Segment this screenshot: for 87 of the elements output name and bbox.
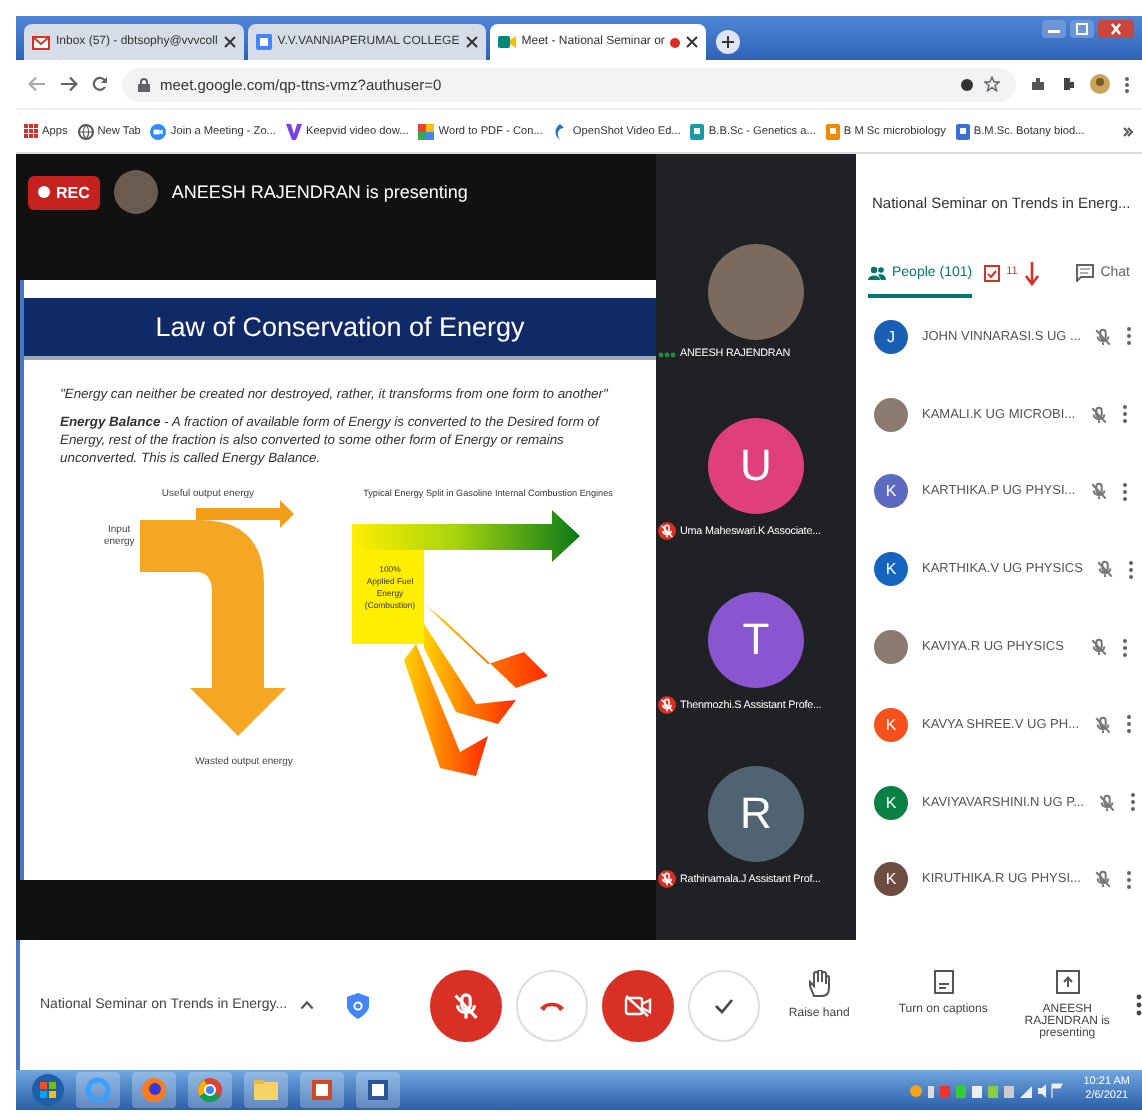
colorful-square-icon xyxy=(418,123,435,139)
presenter-label: ANEESH RAJENDRAN is presenting xyxy=(171,182,468,202)
reload-icon[interactable] xyxy=(92,76,108,92)
avatar: K xyxy=(874,862,908,897)
avatar: K xyxy=(874,785,908,820)
more-options-icon[interactable] xyxy=(1128,559,1135,580)
arrow-down-icon xyxy=(1023,262,1040,286)
taskbar-app-button[interactable] xyxy=(356,1072,400,1108)
slides-app-icon xyxy=(308,1076,336,1104)
avatar-photo-placeholder xyxy=(113,170,158,214)
system-tray-drawing[interactable] xyxy=(907,1081,1064,1099)
camera-button[interactable] xyxy=(601,969,674,1041)
close-icon[interactable] xyxy=(465,36,478,48)
hand-icon xyxy=(808,970,831,998)
mic-off-icon xyxy=(451,991,480,1019)
folder-icon xyxy=(252,1076,280,1104)
mic-off-icon xyxy=(1093,715,1112,734)
slide-title: Law of Conservation of Energy xyxy=(24,298,656,360)
taskbar-app-button[interactable] xyxy=(300,1072,344,1108)
avatar-photo-placeholder xyxy=(874,397,908,432)
more-options-icon[interactable] xyxy=(1125,714,1132,735)
microphone-button[interactable] xyxy=(429,969,502,1041)
avatar-photo-placeholder xyxy=(874,630,908,665)
mic-off-icon xyxy=(1098,793,1117,812)
mic-off-icon xyxy=(1090,405,1108,424)
avatar: T xyxy=(708,592,804,688)
globe-icon xyxy=(77,123,94,139)
more-options-icon[interactable] xyxy=(1126,869,1133,890)
chat-icon xyxy=(1076,263,1095,281)
more-options-icon[interactable] xyxy=(1122,481,1128,502)
envelope-icon xyxy=(32,35,50,49)
taskbar-app-button[interactable] xyxy=(188,1072,232,1108)
document-app-icon xyxy=(364,1076,392,1104)
puzzle-icon[interactable] xyxy=(1060,76,1076,92)
avatar-photo-placeholder xyxy=(708,244,804,340)
menu-icon[interactable] xyxy=(1124,75,1130,93)
close-icon[interactable] xyxy=(223,36,236,48)
taskbar-app-button[interactable] xyxy=(132,1072,176,1108)
check-icon xyxy=(713,997,734,1013)
chevron-icon[interactable] xyxy=(1122,125,1134,137)
more-options-icon[interactable] xyxy=(1126,326,1133,347)
swirl-icon xyxy=(552,123,569,139)
document-icon xyxy=(690,123,705,139)
avatar: J xyxy=(874,319,908,354)
mic-off-icon xyxy=(1090,482,1108,501)
captions-icon xyxy=(933,970,954,994)
minimize-icon[interactable] xyxy=(1042,20,1066,38)
video-camera-icon xyxy=(150,123,167,139)
chevron-up-icon xyxy=(299,1000,314,1010)
record-icon xyxy=(960,77,974,91)
close-icon[interactable] xyxy=(686,36,699,48)
present-screen-icon xyxy=(1055,970,1080,994)
camera-off-icon xyxy=(623,993,652,1017)
shield-icon xyxy=(345,991,370,1019)
start-button-icon[interactable] xyxy=(32,1074,64,1106)
more-options-icon[interactable] xyxy=(1122,404,1128,425)
people-icon xyxy=(868,265,886,279)
avatar: K xyxy=(874,552,908,587)
new-tab-icon[interactable] xyxy=(716,30,741,54)
v-shape-icon xyxy=(285,123,302,139)
extension-icon[interactable] xyxy=(1030,76,1046,92)
document-icon xyxy=(955,123,970,139)
lock-icon xyxy=(138,77,150,91)
forward-arrow-icon[interactable] xyxy=(60,76,78,92)
avatar: K xyxy=(874,707,908,742)
star-icon[interactable] xyxy=(984,76,1000,92)
mic-off-icon xyxy=(1094,870,1113,889)
recording-badge: REC xyxy=(28,175,100,209)
avatar-icon[interactable] xyxy=(1090,74,1110,94)
clipboard-check-icon xyxy=(984,263,1001,281)
document-icon xyxy=(825,123,840,139)
avatar: R xyxy=(708,766,804,862)
phone-icon xyxy=(537,999,566,1011)
mic-off-icon xyxy=(1094,327,1113,346)
mic-off-icon xyxy=(1090,638,1108,657)
grid-icon xyxy=(24,124,38,138)
chrome-icon xyxy=(196,1076,224,1104)
more-options-icon[interactable] xyxy=(1130,792,1137,813)
mic-off-icon xyxy=(1096,560,1115,579)
avatar: U xyxy=(708,418,804,514)
check-button[interactable] xyxy=(687,969,760,1041)
document-icon xyxy=(255,34,272,50)
avatar: K xyxy=(874,474,908,509)
video-camera-icon xyxy=(497,34,516,50)
maximize-icon[interactable] xyxy=(1070,20,1094,38)
more-options-icon[interactable] xyxy=(1135,994,1142,1016)
more-options-icon[interactable] xyxy=(1122,637,1128,658)
